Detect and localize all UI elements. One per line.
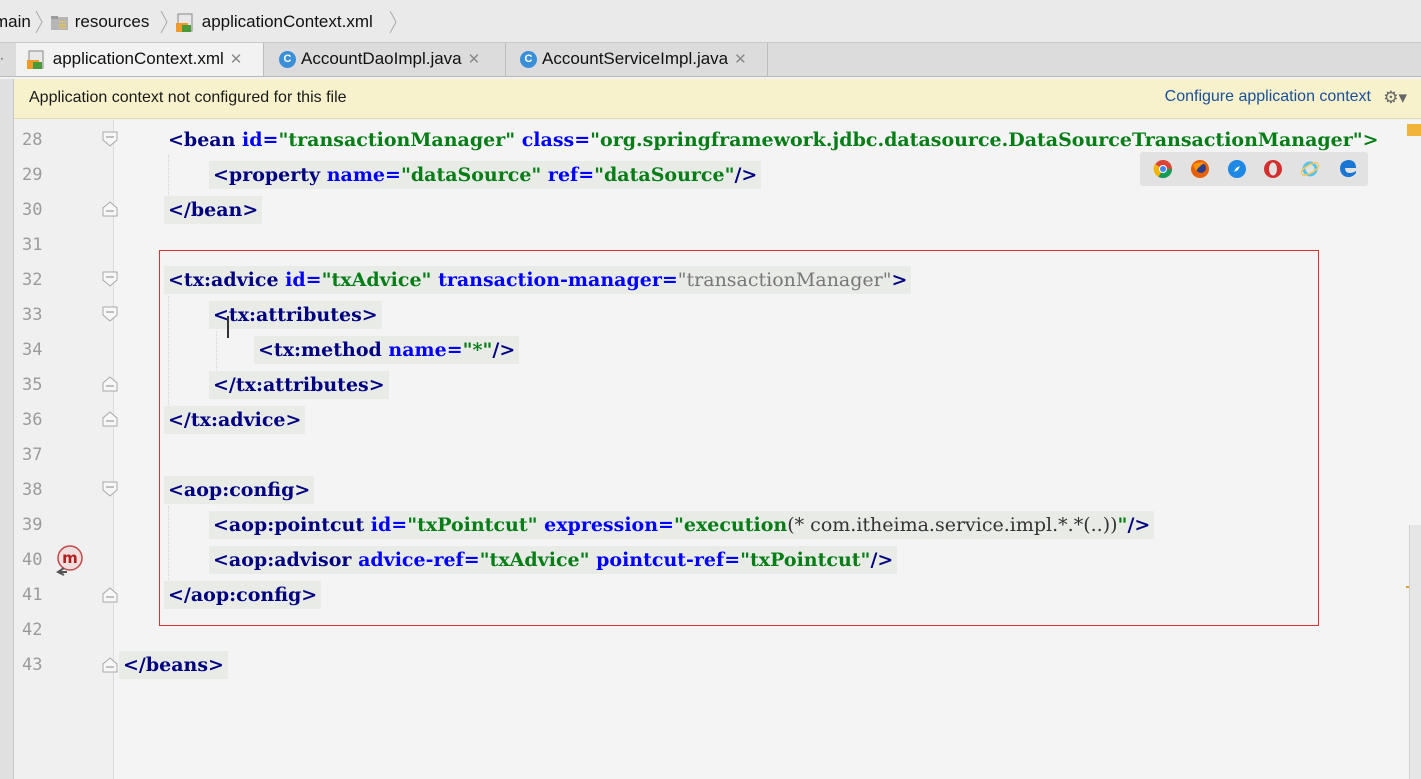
code-line-41[interactable]: </aop:config> xyxy=(164,581,322,609)
java-class-icon: C xyxy=(279,51,296,69)
java-class-icon: C xyxy=(520,51,537,69)
fold-close-icon[interactable] xyxy=(102,587,118,603)
breadcrumb-item-main[interactable]: main xyxy=(0,9,31,35)
svg-text:m: m xyxy=(62,549,78,567)
chrome-icon[interactable] xyxy=(1153,159,1173,179)
breadcrumb: main resources applicationContext.xml xyxy=(0,0,1421,43)
breadcrumb-item-resources[interactable]: resources xyxy=(50,9,149,35)
line-number: 33 xyxy=(22,305,43,325)
tab-accountdaoimpl[interactable]: C AccountDaoImpl.java ✕ xyxy=(264,43,506,76)
opera-icon[interactable] xyxy=(1263,159,1283,179)
indent-guide xyxy=(216,331,217,376)
close-tab-icon[interactable]: ✕ xyxy=(734,51,747,68)
code-line-32[interactable]: <tx:advice id="txAdvice" transaction-man… xyxy=(164,266,912,294)
code-line-38[interactable]: <aop:config> xyxy=(164,476,315,504)
line-number: 41 xyxy=(22,585,43,605)
browser-preview-toolbar xyxy=(1140,152,1368,186)
ie-icon[interactable] xyxy=(1300,159,1320,179)
line-number: 31 xyxy=(22,235,43,255)
line-number: 34 xyxy=(22,340,43,360)
line-number: 39 xyxy=(22,515,43,535)
close-tab-icon[interactable]: ✕ xyxy=(230,51,243,68)
line-number: 29 xyxy=(22,165,43,185)
folder-icon xyxy=(51,15,68,30)
code-line-33[interactable]: <tx:attributes> xyxy=(209,301,382,329)
notification-message: Application context not configured for t… xyxy=(29,89,347,106)
close-tab-icon[interactable]: ✕ xyxy=(468,51,481,68)
line-number: 32 xyxy=(22,270,43,290)
fold-close-icon[interactable] xyxy=(102,376,118,392)
code-line-43[interactable]: </beans> xyxy=(119,651,228,679)
firefox-icon[interactable] xyxy=(1190,159,1210,179)
breadcrumb-separator-icon xyxy=(35,10,43,34)
tool-window-strip[interactable] xyxy=(0,79,14,779)
indent-guide xyxy=(168,506,169,586)
fold-close-icon[interactable] xyxy=(102,411,118,427)
code-editor[interactable] xyxy=(114,120,1421,779)
code-line-29[interactable]: <property name="dataSource" ref="dataSou… xyxy=(209,161,762,189)
line-number: 30 xyxy=(22,200,43,220)
text-cursor xyxy=(227,316,229,338)
error-stripe-marker[interactable] xyxy=(1407,124,1421,136)
fold-open-icon[interactable] xyxy=(102,271,118,287)
line-number: 38 xyxy=(22,480,43,500)
xml-file-icon xyxy=(27,50,44,69)
edge-icon[interactable] xyxy=(1336,157,1360,181)
indent-guide xyxy=(168,296,169,411)
line-number: 28 xyxy=(22,130,43,150)
safari-icon[interactable] xyxy=(1227,159,1247,179)
code-line-40[interactable]: <aop:advisor advice-ref="txAdvice" point… xyxy=(209,546,898,574)
fold-open-icon[interactable] xyxy=(102,306,118,322)
xml-file-icon xyxy=(176,13,193,32)
fold-open-icon[interactable] xyxy=(102,481,118,497)
line-number: 36 xyxy=(22,410,43,430)
line-number: 43 xyxy=(22,655,43,675)
aop-advice-gutter-icon[interactable]: m xyxy=(52,544,88,576)
notification-banner: Application context not configured for t… xyxy=(14,79,1421,119)
code-line-36[interactable]: </tx:advice> xyxy=(164,406,306,434)
code-line-30[interactable]: </bean> xyxy=(164,196,263,224)
code-line-39[interactable]: <aop:pointcut id="txPointcut" expression… xyxy=(209,511,1155,539)
tab-overflow-icon[interactable]: · xyxy=(0,43,14,76)
breadcrumb-separator-icon xyxy=(389,10,397,34)
tab-accountserviceimpl[interactable]: C AccountServiceImpl.java ✕ xyxy=(506,43,768,76)
editor-tabs: · applicationContext.xml ✕ C AccountDaoImp… xyxy=(0,43,1421,77)
configure-context-link[interactable]: Configure application context xyxy=(1165,88,1371,106)
vertical-scrollbar[interactable] xyxy=(1409,525,1421,779)
breadcrumb-separator-icon xyxy=(160,10,168,34)
tab-applicationcontext[interactable]: applicationContext.xml ✕ xyxy=(16,43,264,76)
line-number: 42 xyxy=(22,620,43,640)
code-line-34[interactable]: <tx:method name="*"/> xyxy=(254,336,520,364)
fold-close-icon[interactable] xyxy=(102,657,118,673)
code-line-35[interactable]: </tx:attributes> xyxy=(209,371,389,399)
line-number: 37 xyxy=(22,445,43,465)
line-number: 35 xyxy=(22,375,43,395)
fold-close-icon[interactable] xyxy=(102,201,118,217)
fold-open-icon[interactable] xyxy=(102,131,118,147)
code-line-28[interactable]: <bean id="transactionManager" class="org… xyxy=(164,126,1383,154)
gear-icon[interactable]: ⚙▾ xyxy=(1383,88,1407,108)
breadcrumb-item-applicationcontext[interactable]: applicationContext.xml xyxy=(175,9,373,35)
